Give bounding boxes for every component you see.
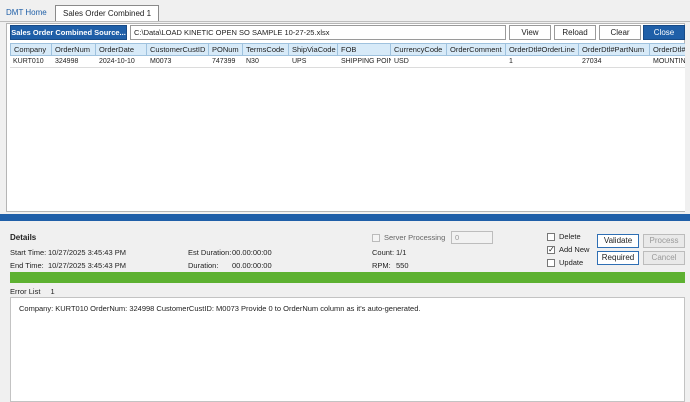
tab-dmt-home[interactable]: DMT Home — [6, 8, 47, 17]
table-cell[interactable]: USD — [391, 56, 447, 69]
server-processing-input[interactable]: 0 — [451, 231, 493, 244]
process-button[interactable]: Process — [643, 234, 685, 248]
table-cell[interactable]: 747399 — [209, 56, 243, 69]
column-header[interactable]: OrderDate — [96, 43, 147, 56]
column-header[interactable]: Company — [10, 43, 52, 56]
cancel-button[interactable]: Cancel — [643, 251, 685, 265]
column-header[interactable]: OrderComment — [447, 43, 506, 56]
progress-bar — [10, 272, 685, 283]
grid-header-row: Company OrderNum OrderDate CustomerCustI… — [10, 43, 685, 56]
count-label: Count: — [372, 248, 395, 257]
table-cell[interactable]: KURT010 — [10, 56, 52, 69]
file-path-field[interactable]: C:\Data\LOAD KINETIC OPEN SO SAMPLE 10-2… — [130, 25, 506, 40]
delete-checkbox[interactable] — [547, 233, 555, 241]
table-cell[interactable]: N30 — [243, 56, 289, 69]
start-time-label: Start Time: — [10, 248, 47, 257]
error-count: 1 — [50, 287, 55, 296]
error-message[interactable]: Company: KURT010 OrderNum: 324998 Custom… — [19, 304, 420, 313]
tab-bar: DMT Home Sales Order Combined 1 — [0, 0, 690, 22]
rpm-label: RPM: — [372, 261, 391, 270]
server-processing-label: Server Processing — [384, 233, 446, 242]
est-duration-label: Est Duration: — [188, 248, 232, 257]
reload-button[interactable]: Reload — [554, 25, 596, 40]
view-button[interactable]: View — [509, 25, 551, 40]
error-list-label: Error List 1 — [10, 287, 55, 296]
error-list-panel[interactable]: Company: KURT010 OrderNum: 324998 Custom… — [10, 297, 685, 402]
data-grid[interactable]: Company OrderNum OrderDate CustomerCustI… — [10, 43, 685, 211]
column-header[interactable]: OrderDtl#PartNum — [579, 43, 650, 56]
column-header[interactable]: CurrencyCode — [391, 43, 447, 56]
table-cell[interactable] — [447, 56, 506, 69]
table-cell[interactable]: SHIPPING POINT — [338, 56, 391, 69]
select-source-button[interactable]: Sales Order Combined Source... — [10, 25, 127, 40]
table-cell[interactable]: 2024-10-10 — [96, 56, 147, 69]
table-cell[interactable]: 324998 — [52, 56, 96, 69]
details-heading: Details — [10, 233, 37, 242]
column-header[interactable]: PONum — [209, 43, 243, 56]
table-cell[interactable]: MOUNTING FL — [650, 56, 685, 69]
tab-divider — [0, 21, 690, 22]
duration-label: Duration: — [188, 261, 219, 270]
clear-button[interactable]: Clear — [599, 25, 641, 40]
est-duration-value: 00.00:00:00 — [232, 248, 272, 257]
server-processing-checkbox[interactable] — [372, 234, 380, 242]
count-value: 1/1 — [396, 248, 407, 257]
end-time-label: End Time: — [10, 261, 44, 270]
add-new-checkbox[interactable] — [547, 245, 555, 254]
start-time-value: 10/27/2025 3:45:43 PM — [48, 248, 126, 257]
column-header[interactable]: TermsCode — [243, 43, 289, 56]
column-header[interactable]: FOB — [338, 43, 391, 56]
column-header[interactable]: ShipViaCode — [289, 43, 338, 56]
update-checkbox[interactable] — [547, 259, 555, 267]
table-row[interactable]: KURT010 324998 2024-10-10 M0073 747399 N… — [10, 56, 685, 68]
tab-sales-order-combined[interactable]: Sales Order Combined 1 — [55, 5, 160, 22]
add-new-label: Add New — [559, 245, 590, 254]
column-header[interactable]: CustomerCustID — [147, 43, 209, 56]
table-cell[interactable]: 27034 — [579, 56, 650, 69]
update-label: Update — [559, 258, 584, 267]
duration-value: 00.00:00:00 — [232, 261, 272, 270]
column-header[interactable]: OrderNum — [52, 43, 96, 56]
table-cell[interactable]: UPS — [289, 56, 338, 69]
required-button[interactable]: Required — [597, 251, 639, 265]
column-header[interactable]: OrderDtl#OrderLine — [506, 43, 579, 56]
column-header[interactable]: OrderDtl#Li — [650, 43, 685, 56]
end-time-value: 10/27/2025 3:45:43 PM — [48, 261, 126, 270]
close-button[interactable]: Close — [643, 25, 685, 40]
table-cell[interactable]: 1 — [506, 56, 579, 69]
delete-label: Delete — [559, 232, 581, 241]
rpm-value: 550 — [396, 261, 409, 270]
validate-button[interactable]: Validate — [597, 234, 639, 248]
table-cell[interactable]: M0073 — [147, 56, 209, 69]
error-list-title: Error List — [10, 287, 41, 296]
panel-splitter[interactable] — [0, 214, 690, 221]
